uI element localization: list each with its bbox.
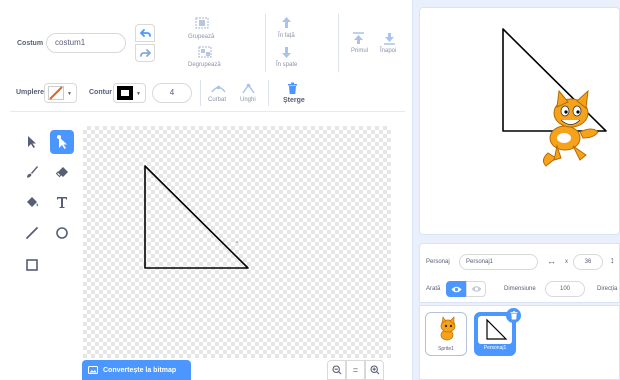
outline-size-input[interactable]: 4 bbox=[152, 83, 192, 103]
select-icon bbox=[28, 136, 36, 148]
costume-name-input[interactable]: costum1 bbox=[46, 33, 126, 53]
x-label: x bbox=[565, 259, 568, 265]
forward-label: În față bbox=[278, 33, 295, 39]
undo-icon bbox=[139, 28, 151, 37]
eye-closed-icon bbox=[471, 286, 481, 292]
front-label: Primul bbox=[351, 48, 369, 54]
group-label: Grupează bbox=[188, 34, 215, 40]
zoom-in-button[interactable] bbox=[365, 360, 384, 380]
toolbar-divider bbox=[338, 14, 339, 72]
fill-label: Umplere bbox=[16, 89, 45, 96]
to-front-icon bbox=[353, 32, 364, 44]
ungroup-label: Degrupează bbox=[188, 62, 221, 68]
eye-open-icon bbox=[451, 286, 461, 292]
brush-icon bbox=[27, 166, 38, 178]
reshape-icon bbox=[57, 135, 67, 149]
sprite-name: Personaj1 bbox=[483, 345, 507, 351]
fill-color-swatch bbox=[48, 86, 64, 100]
fill-bucket-icon bbox=[27, 197, 38, 207]
text-icon bbox=[57, 197, 67, 208]
toolbar-divider bbox=[265, 14, 266, 72]
group-icon bbox=[195, 17, 209, 29]
image-icon bbox=[88, 366, 98, 374]
chevron-down-icon: ▼ bbox=[136, 91, 141, 97]
delete-label: Șterge bbox=[283, 97, 305, 104]
fill-tool[interactable] bbox=[20, 190, 44, 214]
sprite-name: Sprite1 bbox=[438, 346, 454, 352]
rectangle-tool[interactable] bbox=[20, 253, 44, 277]
to-back-icon bbox=[384, 33, 395, 45]
x-position-icon: ↔ bbox=[547, 256, 556, 266]
convert-to-bitmap-label: Convertește la bitmap bbox=[103, 366, 177, 374]
hide-sprite-button[interactable] bbox=[466, 281, 486, 297]
sprite-tile-sprite1[interactable]: Sprite1 bbox=[425, 312, 467, 356]
zoom-out-icon bbox=[331, 365, 341, 375]
reshape-tool[interactable] bbox=[50, 130, 74, 154]
direction-label: Direcția bbox=[597, 286, 618, 292]
undo-button[interactable] bbox=[135, 24, 155, 42]
stage[interactable] bbox=[419, 7, 620, 235]
text-tool[interactable] bbox=[50, 190, 74, 214]
circle-tool[interactable] bbox=[50, 221, 74, 245]
stage-render bbox=[502, 28, 607, 167]
sprite-name-label: Personaj bbox=[426, 259, 450, 265]
rectangle-icon bbox=[26, 259, 38, 271]
trash-icon bbox=[288, 82, 297, 94]
costume-name-label: Costum bbox=[17, 40, 44, 47]
select-tool[interactable] bbox=[20, 130, 44, 154]
backward-icon bbox=[282, 47, 291, 58]
toolbar-divider bbox=[200, 80, 201, 106]
outline-label: Contur bbox=[89, 89, 112, 96]
curved-label: Curbat bbox=[208, 97, 227, 103]
ungroup-icon bbox=[198, 46, 212, 58]
eraser-tool[interactable] bbox=[50, 160, 74, 184]
brush-tool[interactable] bbox=[20, 160, 44, 184]
show-label: Arată bbox=[426, 286, 441, 292]
eraser-icon bbox=[55, 167, 68, 178]
circle-icon bbox=[56, 227, 68, 239]
line-icon bbox=[26, 227, 38, 239]
outline-color-swatch bbox=[117, 86, 133, 100]
show-sprite-button[interactable] bbox=[446, 281, 466, 297]
y-position-icon: ↕ bbox=[610, 255, 615, 265]
zoom-in-icon bbox=[369, 365, 379, 375]
zoom-reset-button[interactable]: = bbox=[346, 360, 365, 380]
toolbar-divider bbox=[10, 111, 405, 112]
curved-point-icon bbox=[211, 85, 226, 93]
redo-button[interactable] bbox=[135, 44, 155, 62]
redo-icon bbox=[139, 48, 151, 57]
toolbar-divider bbox=[268, 80, 269, 106]
zoom-reset-label: = bbox=[352, 365, 359, 375]
sprite-name-input[interactable]: Personaj1 bbox=[459, 254, 538, 270]
trash-icon bbox=[510, 311, 517, 320]
back-label: Înapoi bbox=[380, 48, 397, 54]
size-label: Dimensiune bbox=[504, 286, 536, 292]
backward-label: În spate bbox=[276, 62, 298, 68]
line-tool[interactable] bbox=[20, 221, 44, 245]
delete-sprite-button[interactable] bbox=[506, 308, 521, 323]
size-input[interactable]: 100 bbox=[545, 281, 585, 297]
outline-color-picker[interactable]: ▼ bbox=[113, 83, 146, 103]
forward-icon bbox=[282, 17, 291, 28]
paint-canvas[interactable] bbox=[83, 126, 391, 358]
paint-editor-panel: Costum costum1 Grupează Degrupează În fa… bbox=[0, 0, 413, 380]
fill-color-picker[interactable]: ▼ bbox=[44, 83, 77, 103]
chevron-down-icon: ▼ bbox=[67, 91, 72, 97]
cat-sprite-icon bbox=[542, 89, 599, 167]
paint-editor-screen: Costum costum1 Grupează Degrupează În fa… bbox=[0, 0, 620, 380]
x-position-input[interactable]: 36 bbox=[573, 254, 603, 270]
pointed-point-icon bbox=[242, 83, 255, 94]
cat-thumbnail-icon bbox=[440, 316, 456, 341]
pointed-label: Unghi bbox=[240, 97, 256, 103]
convert-to-bitmap-button[interactable]: Convertește la bitmap bbox=[82, 360, 191, 380]
triangle-shape[interactable] bbox=[83, 126, 391, 358]
zoom-out-button[interactable] bbox=[327, 360, 346, 380]
